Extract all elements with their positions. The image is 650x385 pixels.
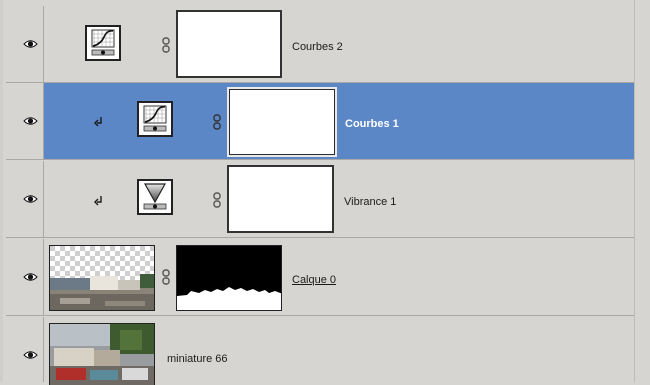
eye-icon (23, 40, 38, 48)
layer-mask-thumbnail[interactable] (227, 165, 334, 233)
layer-name[interactable]: Vibrance 1 (344, 196, 396, 208)
chain-link-icon[interactable] (213, 114, 221, 130)
clip-arrow-icon (94, 196, 102, 206)
visibility-toggle[interactable] (6, 161, 44, 237)
layer-name[interactable]: Calque 0 (292, 274, 336, 286)
panel-scroll-strip[interactable] (634, 0, 650, 382)
visibility-toggle[interactable] (6, 83, 44, 159)
layer-mask-thumbnail[interactable] (176, 10, 282, 78)
layer-mask-thumbnail[interactable] (176, 245, 282, 311)
chain-link-icon[interactable] (213, 192, 221, 208)
eye-icon (23, 195, 38, 203)
layer-row-vibrance-1[interactable]: Vibrance 1 (6, 161, 637, 238)
layer-image-thumbnail[interactable] (49, 323, 155, 385)
chain-link-icon[interactable] (162, 269, 170, 285)
layer-name[interactable]: Courbes 2 (292, 41, 343, 53)
chain-link-icon[interactable] (162, 37, 170, 53)
layer-row-miniature-66[interactable]: miniature 66 (6, 317, 637, 385)
eye-icon (23, 117, 38, 125)
eye-icon (23, 351, 38, 359)
visibility-toggle[interactable] (6, 239, 44, 315)
layer-name[interactable]: miniature 66 (167, 353, 228, 365)
layer-name[interactable]: Courbes 1 (345, 118, 399, 130)
eye-icon (23, 273, 38, 281)
layer-row-courbes-2[interactable]: Courbes 2 (6, 6, 637, 83)
curves-icon[interactable] (85, 25, 121, 61)
layers-panel: Courbes 2 Courbes 1 Vibrance 1 Calque 0 … (0, 0, 650, 385)
layer-image-thumbnail[interactable] (49, 245, 155, 311)
curves-icon[interactable] (137, 101, 173, 137)
layer-row-calque-0[interactable]: Calque 0 (6, 239, 637, 316)
visibility-toggle[interactable] (6, 6, 44, 82)
layer-mask-thumbnail[interactable] (227, 87, 337, 157)
layer-row-courbes-1[interactable]: Courbes 1 (6, 83, 637, 160)
clip-arrow-icon (94, 117, 102, 127)
visibility-toggle[interactable] (6, 317, 44, 382)
vibrance-icon[interactable] (137, 179, 173, 215)
